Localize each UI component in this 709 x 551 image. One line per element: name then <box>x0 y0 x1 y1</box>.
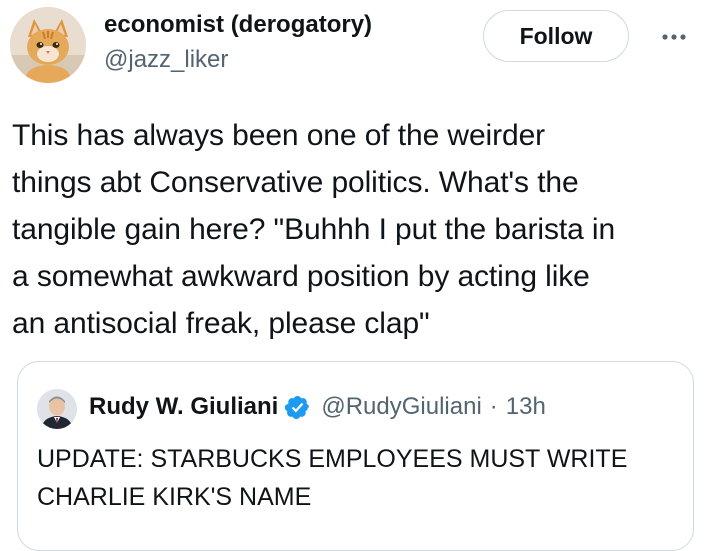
quoted-tweet-card[interactable]: Rudy W. Giuliani @RudyGiuliani · 13h UPD… <box>17 361 694 551</box>
author-display-name[interactable]: economist (derogatory) <box>104 10 372 40</box>
quoted-tweet-text: UPDATE: STARBUCKS EMPLOYEES MUST WRITE C… <box>37 440 687 516</box>
tweet-text-line: a somewhat awkward position by acting li… <box>12 260 590 293</box>
tweet-text-line: This has always been one of the weirder <box>12 119 546 152</box>
quoted-text-line: CHARLIE KIRK'S NAME <box>37 483 312 511</box>
tweet-text-line: tangible gain here? "Buhhh I put the bar… <box>12 213 616 246</box>
quoted-author-handle[interactable]: @RudyGiuliani <box>321 392 481 422</box>
separator-dot: · <box>489 393 498 420</box>
tweet-text: This has always been one of the weirder … <box>12 112 702 347</box>
quoted-author-header: Rudy W. Giuliani @RudyGiuliani · 13h <box>89 392 546 422</box>
follow-button[interactable]: Follow <box>483 10 629 62</box>
tweet: economist (derogatory) @jazz_liker Follo… <box>0 0 709 551</box>
tweet-text-line: things abt Conservative politics. What's… <box>12 166 579 199</box>
author-handle[interactable]: @jazz_liker <box>104 45 372 75</box>
cat-avatar-icon <box>10 7 86 83</box>
tweet-text-line: an antisocial freak, please clap" <box>12 307 430 340</box>
person-avatar-icon <box>37 389 77 429</box>
quoted-text-line: UPDATE: STARBUCKS EMPLOYEES MUST WRITE <box>37 445 628 473</box>
verified-badge-icon[interactable] <box>284 394 311 421</box>
quoted-timestamp[interactable]: 13h <box>506 392 546 422</box>
author-avatar[interactable] <box>10 7 86 83</box>
author-info[interactable]: economist (derogatory) @jazz_liker <box>104 10 372 75</box>
quoted-author-name[interactable]: Rudy W. Giuliani <box>89 392 278 422</box>
quoted-author-avatar[interactable] <box>37 389 77 429</box>
more-horizontal-icon[interactable] <box>659 22 689 52</box>
